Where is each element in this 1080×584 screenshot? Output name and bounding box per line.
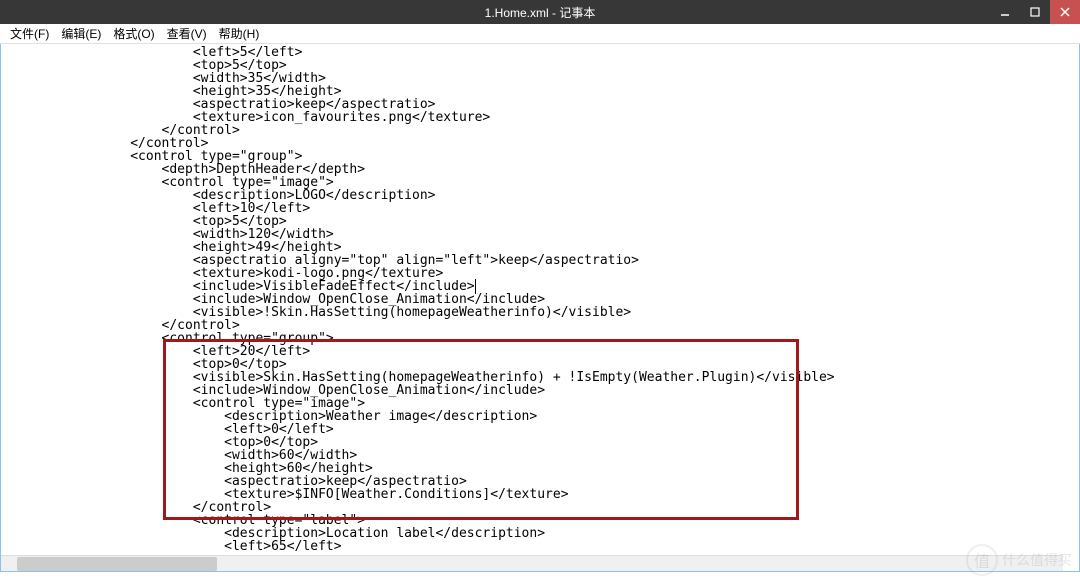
text-area[interactable]: <left>5</left> <top>5</top> <width>35</w… bbox=[1, 44, 1079, 555]
text-area-wrapper: <left>5</left> <top>5</top> <width>35</w… bbox=[0, 44, 1080, 572]
menu-file[interactable]: 文件(F) bbox=[4, 23, 55, 44]
maximize-button[interactable] bbox=[1020, 0, 1050, 24]
maximize-icon bbox=[1030, 7, 1040, 17]
minimize-button[interactable] bbox=[990, 0, 1020, 24]
code-line: <left>65</left> bbox=[5, 539, 342, 554]
window-controls bbox=[990, 0, 1080, 24]
menu-edit[interactable]: 编辑(E) bbox=[55, 23, 107, 44]
menu-format[interactable]: 格式(O) bbox=[107, 23, 160, 44]
window-titlebar: 1.Home.xml - 记事本 bbox=[0, 0, 1080, 24]
watermark: 值 什么值得买 bbox=[966, 544, 1072, 576]
menu-help[interactable]: 帮助(H) bbox=[213, 23, 266, 44]
horizontal-scrollbar[interactable] bbox=[1, 555, 1063, 571]
menubar: 文件(F) 编辑(E) 格式(O) 查看(V) 帮助(H) bbox=[0, 24, 1080, 44]
horizontal-scrollbar-thumb[interactable] bbox=[17, 557, 217, 571]
menu-view[interactable]: 查看(V) bbox=[161, 23, 213, 44]
close-button[interactable] bbox=[1050, 0, 1080, 24]
watermark-text: 什么值得买 bbox=[1002, 550, 1072, 570]
minimize-icon bbox=[1000, 7, 1010, 17]
watermark-badge-icon: 值 bbox=[966, 544, 998, 576]
window-title: 1.Home.xml - 记事本 bbox=[485, 4, 596, 21]
close-icon bbox=[1060, 7, 1070, 17]
